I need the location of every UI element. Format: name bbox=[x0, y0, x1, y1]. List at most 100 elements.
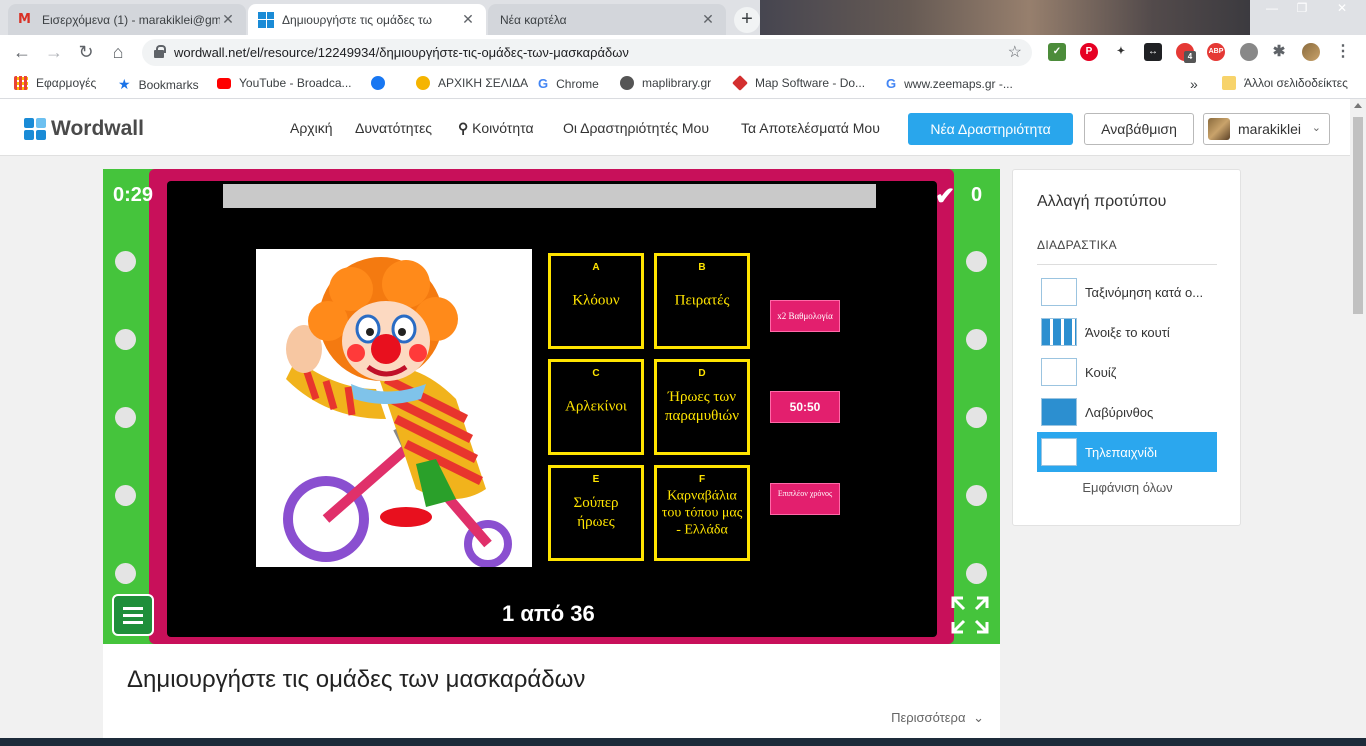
answer-card-a[interactable]: A Κλόουν bbox=[548, 253, 644, 349]
left-light-rail bbox=[103, 169, 149, 644]
nav-features[interactable]: Δυνατότητες bbox=[355, 120, 432, 136]
bookmark-zeemaps[interactable]: G www.zeemaps.gr -... bbox=[886, 76, 1013, 91]
group-sort-icon bbox=[1041, 278, 1077, 306]
switch-template-panel: Αλλαγή προτύπου ΔΙΑΔΡΑΣΤΙΚΑ Ταξινόμηση κ… bbox=[1012, 169, 1241, 526]
extra-time-button[interactable]: Επιπλέον χρόνος bbox=[770, 483, 840, 515]
panel-title: Αλλαγή προτύπου bbox=[1037, 193, 1167, 210]
back-icon[interactable]: ← bbox=[10, 41, 34, 63]
close-icon[interactable]: ✕ bbox=[220, 11, 236, 28]
answer-card-b[interactable]: B Πειρατές bbox=[654, 253, 750, 349]
answer-text: Καρναβάλια του τόπου μας - Ελλάδα bbox=[661, 488, 743, 538]
template-quiz[interactable]: Κουίζ bbox=[1037, 353, 1217, 391]
bookmark-map-software[interactable]: Map Software - Do... bbox=[732, 75, 865, 91]
show-all-link[interactable]: Εμφάνιση όλων bbox=[1013, 480, 1242, 495]
answer-letter: C bbox=[592, 368, 600, 379]
template-label: Τηλεπαιχνίδι bbox=[1085, 444, 1158, 460]
answer-card-e[interactable]: E Σούπερ ήρωες bbox=[548, 465, 644, 561]
chevron-down-icon: ⌄ bbox=[1311, 122, 1321, 134]
page-viewport: Wordwall Αρχική Δυνατότητες ⚲ Κοινότητα … bbox=[0, 99, 1350, 746]
restore-icon[interactable]: ❐ bbox=[1288, 0, 1316, 18]
light-bulb bbox=[115, 251, 136, 272]
scroll-up-icon[interactable] bbox=[1354, 103, 1362, 108]
template-gameshow[interactable]: Τηλεπαιχνίδι bbox=[1037, 432, 1217, 472]
light-bulb bbox=[966, 407, 987, 428]
answer-card-c[interactable]: C Αρλεκίνοι bbox=[548, 359, 644, 455]
bookmark-label: maplibrary.gr bbox=[642, 76, 712, 90]
nav-community-label: Κοινότητα bbox=[472, 120, 534, 136]
close-icon[interactable]: ✕ bbox=[460, 11, 476, 28]
wordwall-logo[interactable]: Wordwall bbox=[24, 117, 144, 141]
fullscreen-icon[interactable] bbox=[951, 596, 989, 634]
extension-icon[interactable]: ✦ bbox=[1112, 43, 1130, 61]
bookmark-label: Bookmarks bbox=[138, 77, 199, 92]
template-maze[interactable]: Λαβύρινθος bbox=[1037, 393, 1217, 431]
lock-icon[interactable] bbox=[154, 45, 166, 58]
checkmark-icon: ✔ bbox=[935, 183, 956, 210]
answer-card-d[interactable]: D Ήρωες των παραμυθιών bbox=[654, 359, 750, 455]
bookmark-star-icon[interactable]: ☆ bbox=[1008, 42, 1022, 62]
nav-community[interactable]: ⚲ Κοινότητα bbox=[458, 120, 534, 137]
upgrade-button[interactable]: Αναβάθμιση bbox=[1084, 113, 1194, 145]
menu-kebab-icon[interactable]: ⋮ bbox=[1334, 43, 1352, 61]
window-close-icon[interactable]: ✕ bbox=[1318, 0, 1366, 18]
answer-card-f[interactable]: F Καρναβάλια του τόπου μας - Ελλάδα bbox=[654, 465, 750, 561]
globe-icon bbox=[620, 76, 634, 90]
answer-letter: E bbox=[592, 474, 600, 485]
bookmark-home-page[interactable]: ΑΡΧΙΚΗ ΣΕΛΙΔΑ bbox=[416, 76, 528, 90]
more-toggle[interactable]: Περισσότερα ⌄ bbox=[891, 710, 984, 726]
search-icon: ⚲ bbox=[458, 120, 469, 136]
bookmarks-overflow-button[interactable]: » bbox=[1190, 76, 1198, 92]
address-bar[interactable]: wordwall.net/el/resource/12249934/δημιου… bbox=[142, 39, 1032, 66]
close-icon[interactable]: ✕ bbox=[700, 11, 716, 28]
answer-text: Πειρατές bbox=[674, 292, 730, 309]
code-extension-icon[interactable]: ↔ bbox=[1144, 43, 1162, 61]
hamburger-icon bbox=[123, 614, 143, 617]
tab-wordwall[interactable]: Δημιουργήστε τις ομάδες τω ✕ bbox=[248, 4, 486, 35]
question-counter: 1 από 36 bbox=[502, 601, 595, 626]
bookmark-chrome[interactable]: G Chrome bbox=[538, 76, 599, 91]
apps-grid-icon bbox=[14, 76, 28, 90]
adblock-icon[interactable]: ABP bbox=[1207, 43, 1225, 61]
tab-new[interactable]: Νέα καρτέλα ✕ bbox=[488, 4, 726, 35]
vertical-scrollbar[interactable] bbox=[1350, 99, 1366, 746]
scrollbar-thumb[interactable] bbox=[1353, 117, 1363, 314]
home-icon[interactable]: ⌂ bbox=[106, 41, 130, 63]
chevron-down-icon: ⌄ bbox=[973, 710, 984, 725]
bookmark-bookmarks[interactable]: ★ Bookmarks bbox=[118, 76, 199, 93]
light-bulb bbox=[966, 485, 987, 506]
bookmark-maplibrary[interactable]: maplibrary.gr bbox=[620, 76, 711, 90]
template-group-sort[interactable]: Ταξινόμηση κατά ο... bbox=[1037, 273, 1217, 311]
forward-icon[interactable]: → bbox=[42, 41, 66, 63]
nav-my-results[interactable]: Τα Αποτελέσματά Μου bbox=[741, 120, 880, 136]
pinterest-icon[interactable]: P bbox=[1080, 43, 1098, 61]
game-menu-button[interactable] bbox=[112, 594, 154, 636]
nav-home[interactable]: Αρχική bbox=[290, 120, 333, 136]
notification-extension-icon[interactable]: 4 bbox=[1176, 43, 1196, 63]
other-bookmarks[interactable]: Άλλοι σελιδοδείκτες bbox=[1222, 76, 1348, 90]
bookmark-apps[interactable]: Εφαρμογές bbox=[14, 76, 96, 90]
tab-gmail[interactable]: Εισερχόμενα (1) - marakiklei@gm ✕ bbox=[8, 4, 246, 35]
url-text[interactable]: wordwall.net/el/resource/12249934/δημιου… bbox=[174, 45, 629, 60]
puzzle-icon[interactable]: ✱ bbox=[1270, 43, 1288, 61]
time-remaining-bar bbox=[223, 184, 876, 208]
game-show-player: 0:29 ✔ 0 A Κλόουν B Πειρατές C Αρλεκίνοι… bbox=[103, 169, 1000, 644]
double-score-button[interactable]: x2 Βαθμολογία bbox=[770, 300, 840, 332]
shield-extension-icon[interactable]: ✓ bbox=[1048, 43, 1066, 61]
bookmark-youtube[interactable]: YouTube - Broadca... bbox=[217, 76, 352, 90]
light-bulb bbox=[115, 407, 136, 428]
light-bulb bbox=[966, 251, 987, 272]
new-activity-button[interactable]: Νέα Δραστηριότητα bbox=[908, 113, 1073, 145]
template-open-the-box[interactable]: Άνοιξε το κουτί bbox=[1037, 313, 1217, 351]
bookmarks-bar: Εφαρμογές ★ Bookmarks YouTube - Broadca.… bbox=[0, 69, 1366, 99]
circle-extension-icon[interactable] bbox=[1240, 43, 1258, 61]
profile-avatar[interactable] bbox=[1302, 43, 1320, 61]
bookmark-label: Άλλοι σελιδοδείκτες bbox=[1244, 76, 1348, 90]
fifty-fifty-button[interactable]: 50:50 bbox=[770, 391, 840, 423]
user-menu[interactable]: marakiklei ⌄ bbox=[1203, 113, 1330, 145]
reload-icon[interactable]: ↻ bbox=[74, 41, 98, 63]
bookmark-facebook[interactable] bbox=[371, 76, 393, 90]
new-tab-button[interactable]: + bbox=[734, 7, 760, 33]
minimize-icon[interactable]: — bbox=[1258, 0, 1286, 18]
bookmark-label: Εφαρμογές bbox=[36, 76, 97, 90]
nav-my-activities[interactable]: Οι Δραστηριότητές Μου bbox=[563, 120, 709, 136]
